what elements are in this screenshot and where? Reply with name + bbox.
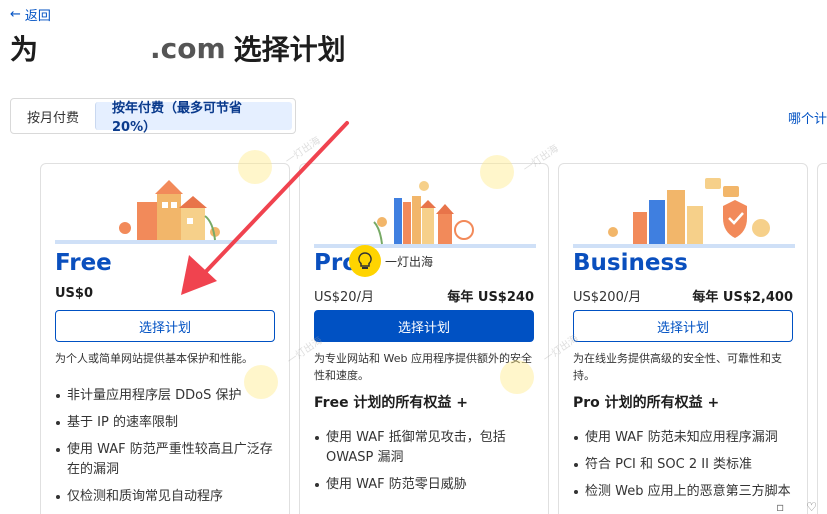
select-plan-free-button[interactable]: 选择计划 [55, 310, 275, 342]
plan-price-row: US$0 [55, 286, 275, 301]
plan-price-monthly: US$0 [55, 286, 94, 301]
feature-item: 使用 WAF 防范未知应用程序漏洞 [574, 428, 797, 448]
feature-item: 使用 WAF 抵御常见攻击，包括 OWASP 漏洞 [315, 428, 538, 468]
plan-includes-toggle[interactable]: Free 计划的所有权益 + [314, 392, 534, 412]
plan-price-row: US$200/月 每年 US$2,400 [573, 286, 793, 305]
plan-includes-toggle[interactable]: Pro 计划的所有权益 + [573, 392, 793, 412]
back-label: 返回 [24, 9, 51, 24]
plan-price-row: US$20/月 每年 US$240 [314, 286, 534, 305]
billing-period-toggle: 按月付费 按年付费（最多可节省 20%） [10, 98, 296, 135]
redacted-domain [38, 33, 151, 63]
plan-card-partial [817, 163, 827, 514]
plan-name: Free [55, 250, 112, 276]
feature-item: 仅检测和质询常见自动程序 [56, 487, 279, 507]
plan-price-annual: 每年 US$240 [447, 290, 534, 305]
plan-description: 为在线业务提供高级的安全性、可靠性和支持。 [573, 352, 782, 382]
plan-card-business: Business US$200/月 每年 US$2,400 选择计划 为在线业务… [558, 163, 808, 514]
plan-description: 为专业网站和 Web 应用程序提供额外的安全性和速度。 [314, 352, 532, 382]
billing-annual-option[interactable]: 按年付费（最多可节省 20%） [95, 101, 292, 135]
watermark-text: 一灯出海 [283, 135, 323, 168]
plan-price-monthly: US$200/月 [573, 290, 642, 305]
select-plan-business-button[interactable]: 选择计划 [573, 310, 793, 342]
select-plan-pro-button[interactable]: 选择计划 [314, 310, 534, 342]
plan-description: 为个人或简单网站提供基本保护和性能。 [55, 352, 253, 365]
feature-item: 使用 WAF 防范严重性较高且广泛存在的漏洞 [56, 440, 279, 480]
arrow-left-icon: ← [10, 7, 21, 22]
feature-item: 使用 WAF 防范零日威胁 [315, 475, 538, 495]
title-suffix: 选择计划 [233, 33, 346, 66]
page-title: 为 .com 选择计划 [10, 28, 346, 68]
window-icon[interactable]: ▫ [776, 500, 784, 514]
feature-list: 使用 WAF 抵御常见攻击，包括 OWASP 漏洞 使用 WAF 防范零日威胁 [314, 428, 538, 502]
back-link[interactable]: ← 返回 [10, 5, 51, 24]
feature-item: 符合 PCI 和 SOC 2 II 类标准 [574, 455, 797, 475]
feature-list: 使用 WAF 防范未知应用程序漏洞 符合 PCI 和 SOC 2 II 类标准 … [573, 428, 797, 509]
feature-list: 非计量应用程序层 DDoS 保护 基于 IP 的速率限制 使用 WAF 防范严重… [55, 386, 279, 514]
title-prefix: 为 [10, 33, 39, 66]
feature-item: 检测 Web 应用上的恶意第三方脚本 [574, 482, 797, 502]
plan-illustration-business [573, 178, 795, 248]
compare-plans-link[interactable]: 哪个计 [788, 108, 827, 127]
plan-price-monthly: US$20/月 [314, 290, 374, 305]
feature-item: 非计量应用程序层 DDoS 保护 [56, 386, 279, 406]
watermark-logo: 一灯出海 [349, 245, 433, 277]
lightbulb-icon [349, 245, 381, 277]
plan-illustration-pro [314, 181, 536, 248]
plan-card-pro: Pro US$20/月 每年 US$240 选择计划 为专业网站和 Web 应用… [299, 163, 549, 514]
plan-illustration-free [55, 180, 277, 244]
plan-name: Business [573, 250, 688, 276]
heart-icon[interactable]: ♡ [806, 500, 817, 514]
feature-item: 基于 IP 的速率限制 [56, 413, 279, 433]
title-domain: .com [150, 31, 226, 65]
plan-card-free: Free US$0 选择计划 为个人或简单网站提供基本保护和性能。 非计量应用程… [40, 163, 290, 514]
plan-price-annual: 每年 US$2,400 [692, 290, 793, 305]
billing-monthly-option[interactable]: 按月付费 [11, 99, 95, 133]
watermark-logo-text: 一灯出海 [385, 254, 434, 269]
corner-icons: ▫ ♡ [776, 500, 817, 514]
